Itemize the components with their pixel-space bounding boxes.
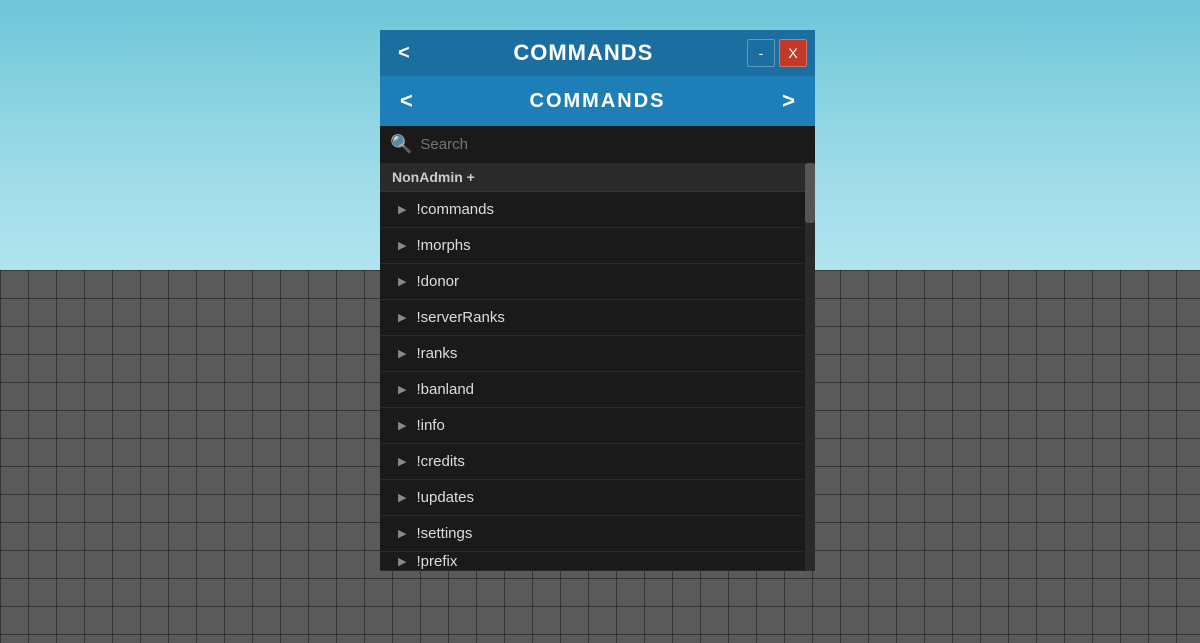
- command-name: !settings: [416, 525, 472, 542]
- list-item[interactable]: ▶ !prefix: [380, 552, 803, 571]
- expand-arrow-icon: ▶: [398, 203, 406, 216]
- expand-arrow-icon: ▶: [398, 239, 406, 252]
- list-item[interactable]: ▶ !updates: [380, 480, 803, 516]
- title-bar-back-button[interactable]: <: [388, 38, 420, 69]
- expand-arrow-icon: ▶: [398, 275, 406, 288]
- expand-arrow-icon: ▶: [398, 491, 406, 504]
- list-item[interactable]: ▶ !commands: [380, 192, 803, 228]
- minimize-button[interactable]: -: [747, 39, 775, 67]
- list-item[interactable]: ▶ !donor: [380, 264, 803, 300]
- category-header: NonAdmin +: [380, 163, 815, 192]
- expand-arrow-icon: ▶: [398, 527, 406, 540]
- command-name: !donor: [416, 273, 459, 290]
- command-name: !info: [416, 417, 444, 434]
- expand-arrow-icon: ▶: [398, 555, 406, 568]
- expand-arrow-icon: ▶: [398, 455, 406, 468]
- search-bar: 🔍: [380, 126, 815, 163]
- command-name: !banland: [416, 381, 474, 398]
- expand-arrow-icon: ▶: [398, 311, 406, 324]
- commands-dialog: < COMMANDS - X < COMMANDS > 🔍 NonAdmin +…: [380, 30, 815, 571]
- command-name: !commands: [416, 201, 494, 218]
- list-item[interactable]: ▶ !ranks: [380, 336, 803, 372]
- list-item[interactable]: ▶ !info: [380, 408, 803, 444]
- content-area: NonAdmin + ▶ !commands ▶ !morphs ▶ !donor ▶ !se…: [380, 163, 815, 571]
- list-item[interactable]: ▶ !credits: [380, 444, 803, 480]
- prev-page-button[interactable]: <: [390, 84, 423, 118]
- title-bar: < COMMANDS - X: [380, 30, 815, 76]
- command-name: !ranks: [416, 345, 457, 362]
- command-name: !updates: [416, 489, 474, 506]
- list-item[interactable]: ▶ !settings: [380, 516, 803, 552]
- search-icon: 🔍: [390, 134, 412, 155]
- list-item[interactable]: ▶ !banland: [380, 372, 803, 408]
- command-name: !credits: [416, 453, 464, 470]
- next-page-button[interactable]: >: [772, 84, 805, 118]
- search-input[interactable]: [420, 136, 805, 153]
- close-button[interactable]: X: [779, 39, 807, 67]
- list-item[interactable]: ▶ !morphs: [380, 228, 803, 264]
- command-name: !prefix: [416, 553, 457, 570]
- expand-arrow-icon: ▶: [398, 347, 406, 360]
- expand-arrow-icon: ▶: [398, 383, 406, 396]
- title-bar-title: COMMANDS: [426, 40, 741, 66]
- title-bar-controls: - X: [747, 39, 807, 67]
- command-name: !serverRanks: [416, 309, 504, 326]
- sub-header: < COMMANDS >: [380, 76, 815, 126]
- scrollbar-track[interactable]: [805, 163, 815, 571]
- scrollbar-thumb[interactable]: [805, 163, 815, 223]
- sub-header-title: COMMANDS: [423, 90, 772, 113]
- expand-arrow-icon: ▶: [398, 419, 406, 432]
- list-item[interactable]: ▶ !serverRanks: [380, 300, 803, 336]
- command-list: ▶ !commands ▶ !morphs ▶ !donor ▶ !serverRanks ▶!…: [380, 192, 815, 571]
- command-name: !morphs: [416, 237, 470, 254]
